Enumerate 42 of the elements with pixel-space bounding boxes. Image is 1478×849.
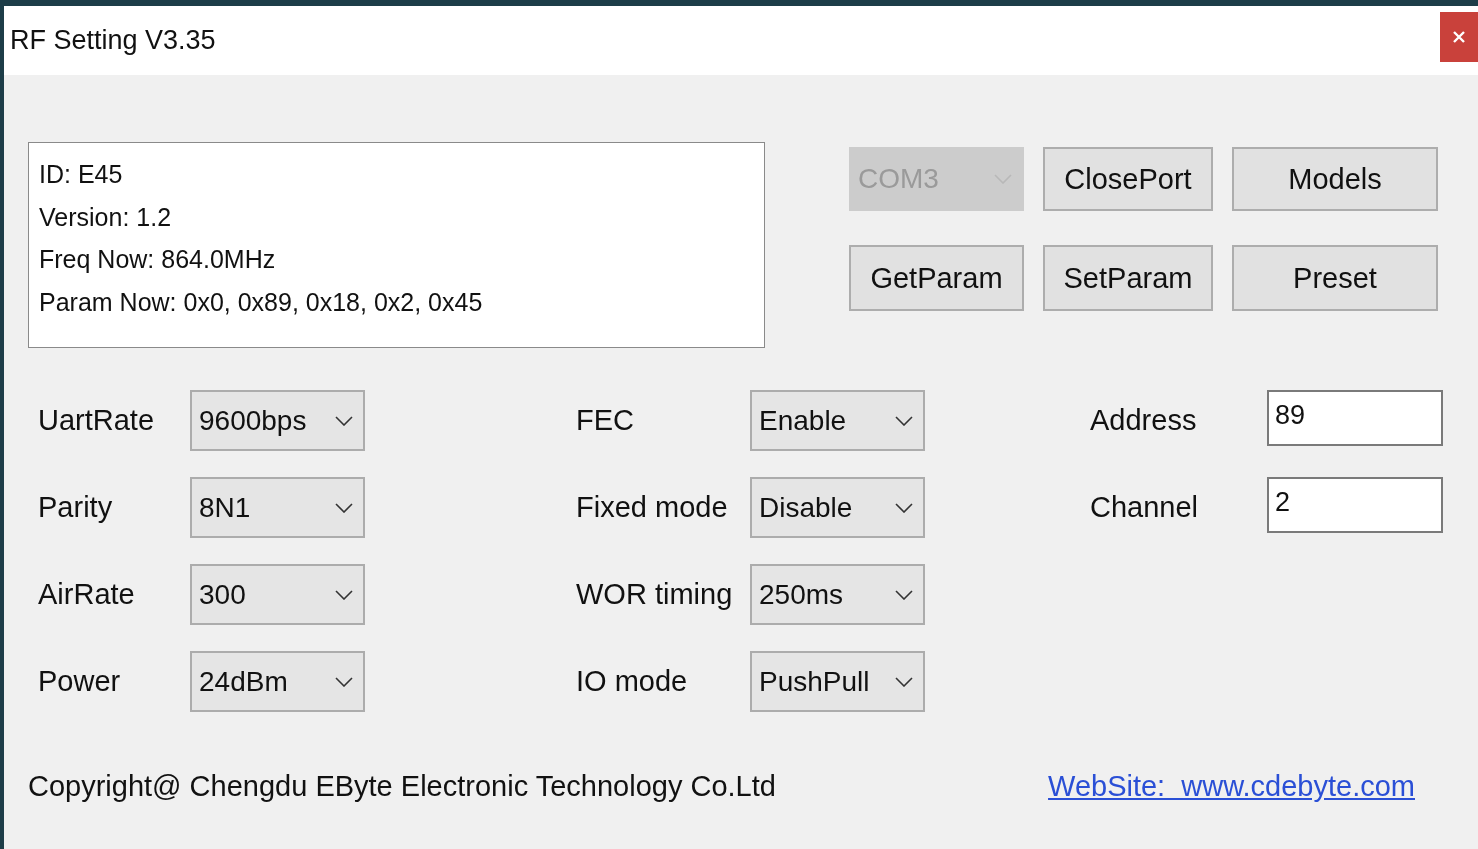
chevron-down-icon <box>895 676 913 687</box>
action-button[interactable]: Preset <box>1232 245 1438 311</box>
dropdown[interactable]: PushPull <box>750 651 925 712</box>
field-label: UartRate <box>37 403 156 438</box>
info-line: Version: 1.2 <box>39 201 173 233</box>
dropdown[interactable]: 250ms <box>750 564 925 625</box>
dropdown[interactable]: Disable <box>750 477 925 538</box>
action-button[interactable]: SetParam <box>1043 245 1213 311</box>
dropdown[interactable]: 24dBm <box>190 651 365 712</box>
field-label: Parity <box>37 490 114 525</box>
copyright-text: Copyright@ Chengdu EByte Electronic Technology Co.Ltd <box>28 770 776 803</box>
field-label: Address <box>1089 403 1198 438</box>
chevron-down-icon <box>895 589 913 600</box>
field-label: Fixed mode <box>575 490 729 525</box>
dropdown[interactable]: 8N1 <box>190 477 365 538</box>
close-button[interactable] <box>1440 11 1478 62</box>
chevron-down-icon <box>335 502 353 513</box>
input-field[interactable]: 2 <box>1267 477 1443 533</box>
field-label: FEC <box>575 403 635 438</box>
info-line: Freq Now: 864.0MHz <box>39 244 277 275</box>
dropdown[interactable]: Enable <box>750 390 925 451</box>
field-label: AirRate <box>37 577 136 612</box>
close-icon <box>1452 29 1466 44</box>
chevron-down-icon <box>335 676 353 687</box>
field-label: Power <box>37 664 122 699</box>
window-title: RF Setting V3.35 <box>10 25 216 56</box>
dropdown[interactable]: 9600bps <box>190 390 365 451</box>
chevron-down-icon <box>335 415 353 426</box>
input-field[interactable]: 89 <box>1267 390 1443 446</box>
info-line: Param Now: 0x0, 0x89, 0x18, 0x2, 0x45 <box>39 286 484 318</box>
dropdown[interactable]: 300 <box>190 564 365 625</box>
action-button[interactable]: Models <box>1232 147 1438 211</box>
website-link[interactable]: WebSite: www.cdebyte.com <box>1048 770 1415 803</box>
action-button[interactable]: ClosePort <box>1043 147 1213 211</box>
chevron-down-icon <box>335 589 353 600</box>
action-button[interactable]: GetParam <box>849 245 1024 311</box>
chevron-down-icon <box>895 502 913 513</box>
chevron-down-icon <box>895 415 913 426</box>
field-label: IO mode <box>575 664 689 699</box>
field-label: Channel <box>1089 490 1200 525</box>
info-line: ID: E45 <box>39 159 124 190</box>
field-label: WOR timing <box>575 577 734 612</box>
